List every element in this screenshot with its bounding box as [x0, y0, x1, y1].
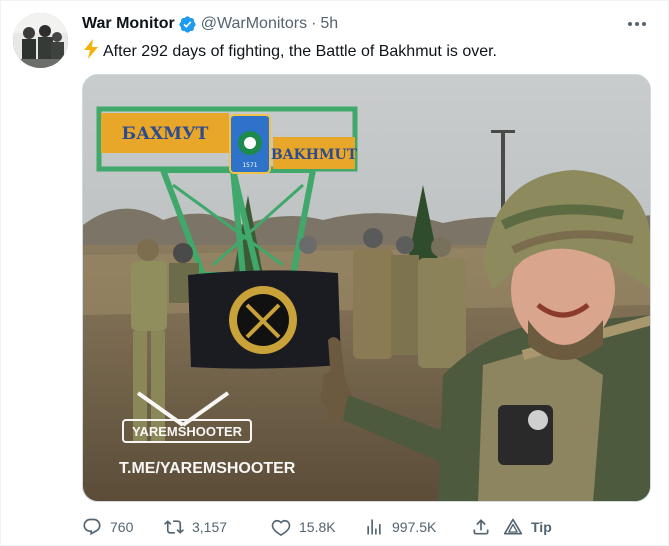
- tweet-card[interactable]: War Monitor @WarMonitors · 5h After 292 …: [0, 0, 669, 546]
- author-avatar[interactable]: [13, 13, 68, 68]
- author-handle[interactable]: @WarMonitors: [201, 15, 307, 33]
- avatar-image: [13, 13, 68, 68]
- lightning-bolt-icon: [82, 39, 100, 64]
- reply-icon: [83, 518, 101, 536]
- photo-scene: БАХМУТ 1571 BAKHMUT YAREMSHOOTER T.ME/YA…: [83, 75, 650, 501]
- tweet-actions-bar: 760 3,157 15.8K 997.5K Tip: [82, 514, 552, 540]
- svg-text:YAREMSHOOTER: YAREMSHOOTER: [132, 424, 243, 439]
- tip-triangle-icon: [503, 518, 523, 535]
- author-name[interactable]: War Monitor: [82, 15, 175, 33]
- like-count: 15.8K: [299, 519, 336, 535]
- reply-count: 760: [110, 519, 134, 535]
- svg-text:BAKHMUT: BAKHMUT: [271, 147, 358, 163]
- more-options-button[interactable]: [624, 13, 650, 35]
- share-button[interactable]: [471, 517, 503, 537]
- svg-text:1571: 1571: [242, 162, 257, 169]
- tip-button[interactable]: Tip: [503, 517, 552, 537]
- reply-button[interactable]: 760: [82, 517, 164, 537]
- svg-text:T.ME/YAREMSHOOTER: T.ME/YAREMSHOOTER: [119, 460, 296, 477]
- tweet-timestamp[interactable]: 5h: [320, 15, 338, 33]
- analytics-bars-icon: [367, 519, 381, 535]
- separator-dot: ·: [311, 15, 317, 32]
- tweet-header: War Monitor @WarMonitors · 5h: [82, 13, 338, 35]
- retweet-icon: [164, 520, 184, 534]
- more-dots-icon: [628, 22, 646, 26]
- tweet-text: After 292 days of fighting, the Battle o…: [82, 39, 497, 64]
- share-upload-icon: [473, 519, 489, 535]
- retweet-button[interactable]: 3,157: [164, 517, 271, 537]
- heart-icon: [271, 519, 291, 536]
- wagner-flag: [188, 270, 341, 369]
- tweet-body: After 292 days of fighting, the Battle o…: [103, 42, 497, 60]
- tweet-media-photo[interactable]: БАХМУТ 1571 BAKHMUT YAREMSHOOTER T.ME/YA…: [82, 74, 651, 502]
- svg-text:БАХМУТ: БАХМУТ: [122, 124, 209, 144]
- verified-badge-icon: [178, 15, 197, 34]
- views-count: 997.5K: [392, 519, 437, 535]
- like-button[interactable]: 15.8K: [271, 517, 364, 537]
- tip-label: Tip: [531, 519, 552, 535]
- views-button[interactable]: 997.5K: [364, 517, 471, 537]
- retweet-count: 3,157: [192, 519, 228, 535]
